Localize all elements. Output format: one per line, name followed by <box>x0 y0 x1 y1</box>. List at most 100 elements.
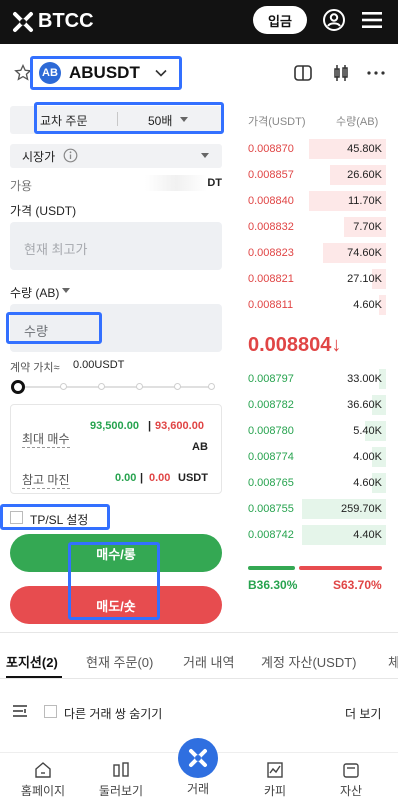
ask-qty: 74.60K <box>347 247 382 259</box>
ask-row[interactable]: 0.008832 7.70K <box>246 217 386 237</box>
candlestick-chart-icon[interactable] <box>331 64 351 82</box>
slider-step-50[interactable] <box>98 383 105 390</box>
ask-row[interactable]: 0.008870 45.80K <box>246 139 386 159</box>
info-icon[interactable] <box>63 148 78 163</box>
margin-divider <box>117 112 118 126</box>
quantity-highlight <box>6 312 102 344</box>
bid-price: 0.008782 <box>248 399 294 411</box>
hide-other-pairs-label[interactable]: 다른 거래 쌍 숨기기 <box>64 705 162 722</box>
slider-step-75[interactable] <box>136 383 143 390</box>
bid-qty: 259.70K <box>341 503 382 515</box>
nav-copy[interactable]: 카피 <box>240 760 310 800</box>
ask-row[interactable]: 0.008840 11.70K <box>246 191 386 211</box>
ref-margin-unit: USDT <box>178 472 208 484</box>
bid-row[interactable]: 0.008755 259.70K <box>246 499 386 519</box>
margin-mode-label[interactable]: 교차 주문 <box>40 112 88 129</box>
slider-handle[interactable] <box>11 380 25 394</box>
menu-icon[interactable] <box>361 9 383 31</box>
bid-price: 0.008780 <box>248 425 294 437</box>
wallet-icon <box>343 763 359 778</box>
max-buy-separator: | <box>148 420 152 432</box>
quantity-placeholder: 수량 <box>24 324 48 339</box>
ask-row[interactable]: 0.008811 4.60K <box>246 295 386 315</box>
nav-markets[interactable]: 둘러보기 <box>86 760 156 800</box>
bid-qty: 33.00K <box>347 373 382 385</box>
tab-positions[interactable]: 포지션(2) <box>6 652 58 671</box>
bid-row[interactable]: 0.008774 4.00K <box>246 447 386 467</box>
nav-copy-label: 카피 <box>263 784 287 798</box>
bid-row[interactable]: 0.008782 36.60K <box>246 395 386 415</box>
ask-row[interactable]: 0.008821 27.10K <box>246 269 386 289</box>
order-type-label[interactable]: 시장가 <box>22 148 55 165</box>
view-more-link[interactable]: 더 보기 <box>345 705 381 722</box>
last-price[interactable]: 0.008804↓ <box>248 334 341 357</box>
tab-account-assets[interactable]: 계정 자산(USDT) <box>261 652 357 671</box>
tab-overflow[interactable]: 체 <box>388 652 398 671</box>
bid-row[interactable]: 0.008765 4.60K <box>246 473 386 493</box>
slider-step-100[interactable] <box>208 383 215 390</box>
leverage-dropdown-icon[interactable] <box>180 117 188 122</box>
bid-price: 0.008742 <box>248 529 294 541</box>
slider-step-90[interactable] <box>174 383 181 390</box>
ask-qty: 45.80K <box>347 143 382 155</box>
nav-home[interactable]: 홈페이지 <box>8 760 78 800</box>
orderbook-qty-header: 수량(AB) <box>336 116 379 128</box>
nav-home-label: 홈페이지 <box>20 784 66 798</box>
bid-row[interactable]: 0.008780 5.40K <box>246 421 386 441</box>
nav-assets[interactable]: 자산 <box>316 760 386 800</box>
ask-row[interactable]: 0.008857 26.60K <box>246 165 386 185</box>
bid-row[interactable]: 0.008742 4.40K <box>246 525 386 545</box>
bid-qty: 36.60K <box>347 399 382 411</box>
buy-ratio-label: B36.30% <box>248 578 298 592</box>
ask-qty: 27.10K <box>347 273 382 285</box>
ask-row[interactable]: 0.008823 74.60K <box>246 243 386 263</box>
trade-icon <box>189 749 207 767</box>
orderbook-price-header: 가격(USDT) <box>248 116 306 128</box>
available-label: 가용 <box>10 179 33 193</box>
sell-ratio-bar <box>299 566 382 570</box>
home-icon <box>35 762 51 778</box>
leverage-label[interactable]: 50배 <box>148 112 172 129</box>
max-buy-label[interactable]: 최대 매수 <box>22 430 70 448</box>
ask-qty: 7.70K <box>353 221 382 233</box>
brand-logo[interactable]: BTCC <box>12 10 94 33</box>
bid-qty: 4.00K <box>353 451 382 463</box>
symbol-name: ABUSDT <box>69 63 140 82</box>
tab-open-orders[interactable]: 현재 주문(0) <box>86 652 153 671</box>
price-label: 가격 (USDT) <box>10 204 77 218</box>
sell-ratio-label: S63.70% <box>333 578 382 592</box>
price-placeholder: 현재 최고가 <box>24 242 88 257</box>
brand-name: BTCC <box>38 10 94 32</box>
ref-margin-long-value: 0.00 <box>115 472 137 484</box>
ask-qty: 26.60K <box>347 169 382 181</box>
quantity-unit-dropdown-icon[interactable] <box>62 288 70 293</box>
nav-assets-label: 자산 <box>339 784 363 798</box>
bid-row[interactable]: 0.008797 33.00K <box>246 369 386 389</box>
ask-price: 0.008821 <box>248 273 294 285</box>
ref-margin-label[interactable]: 참고 마진 <box>22 471 70 489</box>
order-type-dropdown-icon[interactable] <box>201 153 209 158</box>
bid-qty: 5.40K <box>353 425 382 437</box>
quantity-slider-track[interactable] <box>18 386 214 388</box>
layout-toggle-icon[interactable] <box>293 64 313 82</box>
tpsl-checkbox[interactable] <box>10 511 23 524</box>
quantity-label[interactable]: 수량 (AB) <box>10 284 59 301</box>
nav-trade[interactable]: 거래 <box>163 780 233 798</box>
more-options-icon[interactable] <box>366 64 386 82</box>
bid-price: 0.008774 <box>248 451 294 463</box>
tab-trade-history[interactable]: 거래 내역 <box>183 652 234 671</box>
ref-margin-separator: | <box>140 472 144 484</box>
nav-trade-button[interactable] <box>178 738 218 778</box>
contract-value: 0.00USDT <box>73 359 125 371</box>
chevron-down-icon <box>155 69 167 77</box>
available-value-masked <box>145 175 207 191</box>
hide-other-pairs-checkbox[interactable] <box>44 705 57 718</box>
symbol-selector[interactable]: AB ABUSDT <box>30 56 182 90</box>
slider-step-25[interactable] <box>60 383 67 390</box>
price-down-arrow-icon: ↓ <box>331 334 342 356</box>
tpsl-label[interactable]: TP/SL 설정 <box>30 511 88 528</box>
bid-price: 0.008755 <box>248 503 294 515</box>
deposit-button[interactable]: 입금 <box>253 6 307 34</box>
filter-icon[interactable] <box>12 704 28 718</box>
user-icon[interactable] <box>322 8 346 32</box>
